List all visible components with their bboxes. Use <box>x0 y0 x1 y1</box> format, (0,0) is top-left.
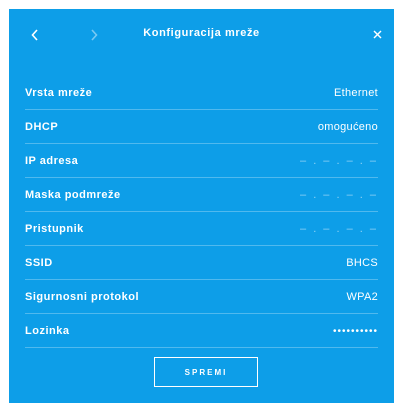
setting-value: – . – . – . – <box>300 223 378 235</box>
setting-value: omogućeno <box>317 121 378 133</box>
setting-row-gateway[interactable]: Pristupnik – . – . – . – <box>25 212 378 246</box>
setting-label: Pristupnik <box>25 223 84 235</box>
setting-row-security-protocol[interactable]: Sigurnosni protokol WPA2 <box>25 280 378 314</box>
setting-label: DHCP <box>25 121 59 133</box>
setting-label: Maska podmreže <box>25 189 121 201</box>
setting-row-subnet-mask[interactable]: Maska podmreže – . – . – . – <box>25 178 378 212</box>
setting-value: Ethernet <box>334 87 378 99</box>
page-title: Konfiguracija mreže <box>143 27 260 39</box>
setting-label: Lozinka <box>25 325 70 337</box>
settings-list: Vrsta mreže Ethernet DHCP omogućeno IP a… <box>25 76 378 348</box>
setting-row-ip-address[interactable]: IP adresa – . – . – . – <box>25 144 378 178</box>
setting-value: – . – . – . – <box>300 189 378 201</box>
close-icon <box>373 30 381 38</box>
setting-row-network-type[interactable]: Vrsta mreže Ethernet <box>25 76 378 110</box>
save-button[interactable]: SPREMI <box>154 357 258 387</box>
setting-label: SSID <box>25 257 53 269</box>
password-value: •••••••••• <box>332 325 378 337</box>
setting-label: Sigurnosni protokol <box>25 291 139 303</box>
setting-label: Vrsta mreže <box>25 87 93 99</box>
setting-label: IP adresa <box>25 155 79 167</box>
setting-row-password[interactable]: Lozinka •••••••••• <box>25 314 378 348</box>
setting-value: BHCS <box>346 257 378 269</box>
setting-row-dhcp[interactable]: DHCP omogućeno <box>25 110 378 144</box>
setting-value: – . – . – . – <box>300 155 378 167</box>
close-button[interactable] <box>369 26 385 42</box>
network-config-panel: Konfiguracija mreže Vrsta mreže Ethernet… <box>9 9 394 403</box>
panel-header: Konfiguracija mreže <box>9 9 394 65</box>
setting-row-ssid[interactable]: SSID BHCS <box>25 246 378 280</box>
setting-value: WPA2 <box>346 291 378 303</box>
